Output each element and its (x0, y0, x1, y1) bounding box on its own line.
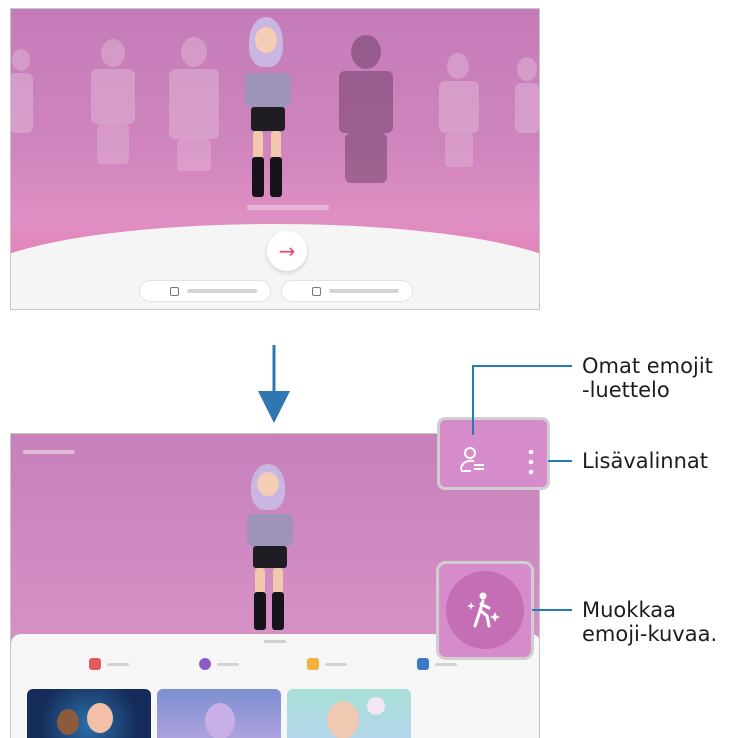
toolbar-callout (437, 417, 550, 490)
emoji-creation-screen: → (10, 8, 540, 310)
leader-line (548, 460, 572, 462)
button-label-placeholder (187, 289, 257, 293)
category-tab[interactable] (199, 658, 239, 670)
avatar-option[interactable] (159, 37, 231, 177)
my-emojis-label: Omat emojit -luettelo (582, 354, 713, 402)
label-line: emoji-kuvaa. (582, 622, 718, 646)
avatar-option[interactable] (11, 49, 37, 179)
label-line: Muokkaa (582, 598, 676, 622)
camera-mode-icon (89, 658, 101, 670)
avatar-name-caption (247, 205, 329, 210)
selected-avatar[interactable] (241, 17, 301, 202)
category-tab[interactable] (307, 658, 347, 670)
content-thumbnail[interactable] (27, 689, 151, 738)
camera-icon (170, 286, 179, 296)
down-arrow-icon (258, 345, 290, 423)
avatar-option[interactable] (511, 57, 539, 167)
content-thumbnail[interactable] (287, 689, 411, 738)
label-line: -luettelo (582, 378, 670, 402)
arrow-right-icon: → (278, 239, 296, 263)
more-options-label: Lisävalinnat (582, 449, 708, 473)
label-line: Lisävalinnat (582, 449, 709, 473)
avatar-option[interactable] (329, 35, 403, 185)
tab-label-placeholder (435, 662, 457, 666)
category-tab[interactable] (89, 658, 129, 670)
edit-emoji-label: Muokkaa emoji-kuvaa. (582, 598, 717, 646)
sheet-handle[interactable] (264, 640, 286, 643)
tab-label-placeholder (217, 662, 239, 666)
screen-title-placeholder (23, 450, 75, 454)
person-list-icon[interactable] (458, 446, 488, 476)
next-button[interactable]: → (267, 231, 307, 271)
sticker-icon (307, 658, 319, 670)
create-from-image-button[interactable] (281, 280, 413, 302)
avatar-option[interactable] (79, 39, 149, 169)
content-thumbnail[interactable] (157, 689, 281, 738)
image-icon (312, 286, 321, 296)
leader-line (472, 365, 572, 367)
walking-sparkle-icon (467, 592, 500, 628)
vertical-dots-icon[interactable] (526, 448, 536, 476)
tab-label-placeholder (107, 662, 129, 666)
edit-emoji-button[interactable] (446, 571, 524, 649)
leader-line (472, 365, 474, 435)
label-line: Omat emojit (582, 354, 713, 378)
studio-icon (417, 658, 429, 670)
leader-line (532, 609, 572, 611)
avatar-option[interactable] (429, 53, 489, 173)
avatar-mode-icon (199, 658, 211, 670)
tab-label-placeholder (325, 662, 347, 666)
create-with-camera-button[interactable] (139, 280, 271, 302)
my-avatar[interactable] (243, 464, 303, 634)
button-label-placeholder (329, 289, 399, 293)
